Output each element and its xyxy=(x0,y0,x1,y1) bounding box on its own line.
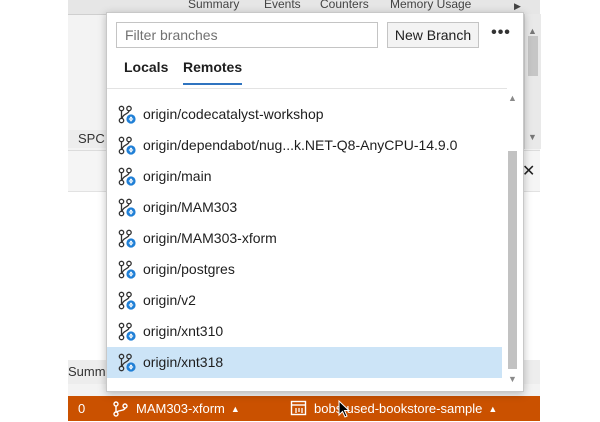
remote-branch-icon xyxy=(117,353,137,376)
filter-branches-input[interactable] xyxy=(116,22,378,48)
branch-list-scroll-thumb[interactable] xyxy=(508,151,517,369)
git-branch-icon xyxy=(112,401,130,420)
status-branch-label: MAM303-xform xyxy=(136,401,225,416)
branch-label: origin/v2 xyxy=(143,292,196,308)
tab-locals[interactable]: Locals xyxy=(124,59,168,83)
branch-row[interactable]: origin/xnt310 xyxy=(107,316,502,347)
branch-row[interactable]: origin/v2 xyxy=(107,285,502,316)
remote-branch-icon xyxy=(117,260,137,283)
branch-row[interactable]: origin/codecatalyst-workshop xyxy=(107,99,502,130)
status-branch-button[interactable]: MAM303-xform ▲ xyxy=(136,396,240,421)
new-branch-button[interactable]: New Branch xyxy=(387,22,479,48)
status-count[interactable]: 0 xyxy=(78,396,85,421)
status-bar: 0 MAM303-xform ▲ bobs-used-bookstore-samp… xyxy=(68,396,540,421)
tab-scroll-right-icon[interactable]: ▶ xyxy=(514,1,521,12)
branch-label: origin/MAM303 xyxy=(143,199,238,215)
branch-row[interactable]: origin/MAM303 xyxy=(107,192,502,223)
remote-branch-icon xyxy=(117,105,137,128)
remote-branch-icon xyxy=(117,291,137,314)
remote-branch-list: origin/codecatalyst-workshop origin/depen… xyxy=(107,88,507,379)
branch-label: origin/main xyxy=(143,168,212,184)
branch-row[interactable]: origin/main xyxy=(107,161,502,192)
tab-summary[interactable]: Summary xyxy=(188,0,239,11)
repository-icon xyxy=(290,400,308,420)
branch-label: origin/codecatalyst-workshop xyxy=(143,106,324,122)
branch-row[interactable]: origin/postgres xyxy=(107,254,502,285)
branch-row[interactable]: origin/dependabot/nug...k.NET-Q8-AnyCPU-… xyxy=(107,130,502,161)
scroll-down-icon[interactable]: ▼ xyxy=(528,132,537,142)
scroll-up-icon[interactable]: ▲ xyxy=(508,93,517,103)
mouse-cursor-icon xyxy=(338,400,350,418)
branch-row[interactable]: origin/MAM303-xform xyxy=(107,223,502,254)
background-scroll-thumb[interactable] xyxy=(528,36,538,76)
branch-row[interactable]: origin/xnt318 xyxy=(107,347,502,378)
branch-picker-popup: New Branch ••• Locals Remotes origin/cod… xyxy=(106,12,524,392)
background-scrollbar[interactable]: ▲ ▼ xyxy=(524,14,541,149)
caret-up-icon: ▲ xyxy=(488,404,498,414)
branch-label: origin/dependabot/nug...k.NET-Q8-AnyCPU-… xyxy=(143,137,458,153)
tab-events[interactable]: Events xyxy=(264,0,301,11)
scroll-down-icon[interactable]: ▼ xyxy=(508,374,517,384)
tab-memory-usage[interactable]: Memory Usage xyxy=(390,0,471,11)
remote-branch-icon xyxy=(117,198,137,221)
remote-branch-icon xyxy=(117,322,137,345)
caret-up-icon: ▲ xyxy=(230,404,240,414)
branch-label: origin/postgres xyxy=(143,261,235,277)
more-options-button[interactable]: ••• xyxy=(487,22,515,48)
scroll-up-icon[interactable]: ▲ xyxy=(528,26,537,36)
tab-remotes[interactable]: Remotes xyxy=(183,59,243,85)
remote-branch-icon xyxy=(117,167,137,190)
close-icon[interactable]: ✕ xyxy=(522,161,535,181)
branch-label: origin/xnt310 xyxy=(143,323,224,339)
branch-list-scrollbar[interactable]: ▲ ▼ xyxy=(505,91,519,385)
remote-branch-icon xyxy=(117,229,137,252)
tab-counters[interactable]: Counters xyxy=(320,0,369,11)
remote-branch-icon xyxy=(117,136,137,159)
branch-label: origin/xnt318 xyxy=(143,354,224,370)
branch-label: origin/MAM303-xform xyxy=(143,230,277,246)
